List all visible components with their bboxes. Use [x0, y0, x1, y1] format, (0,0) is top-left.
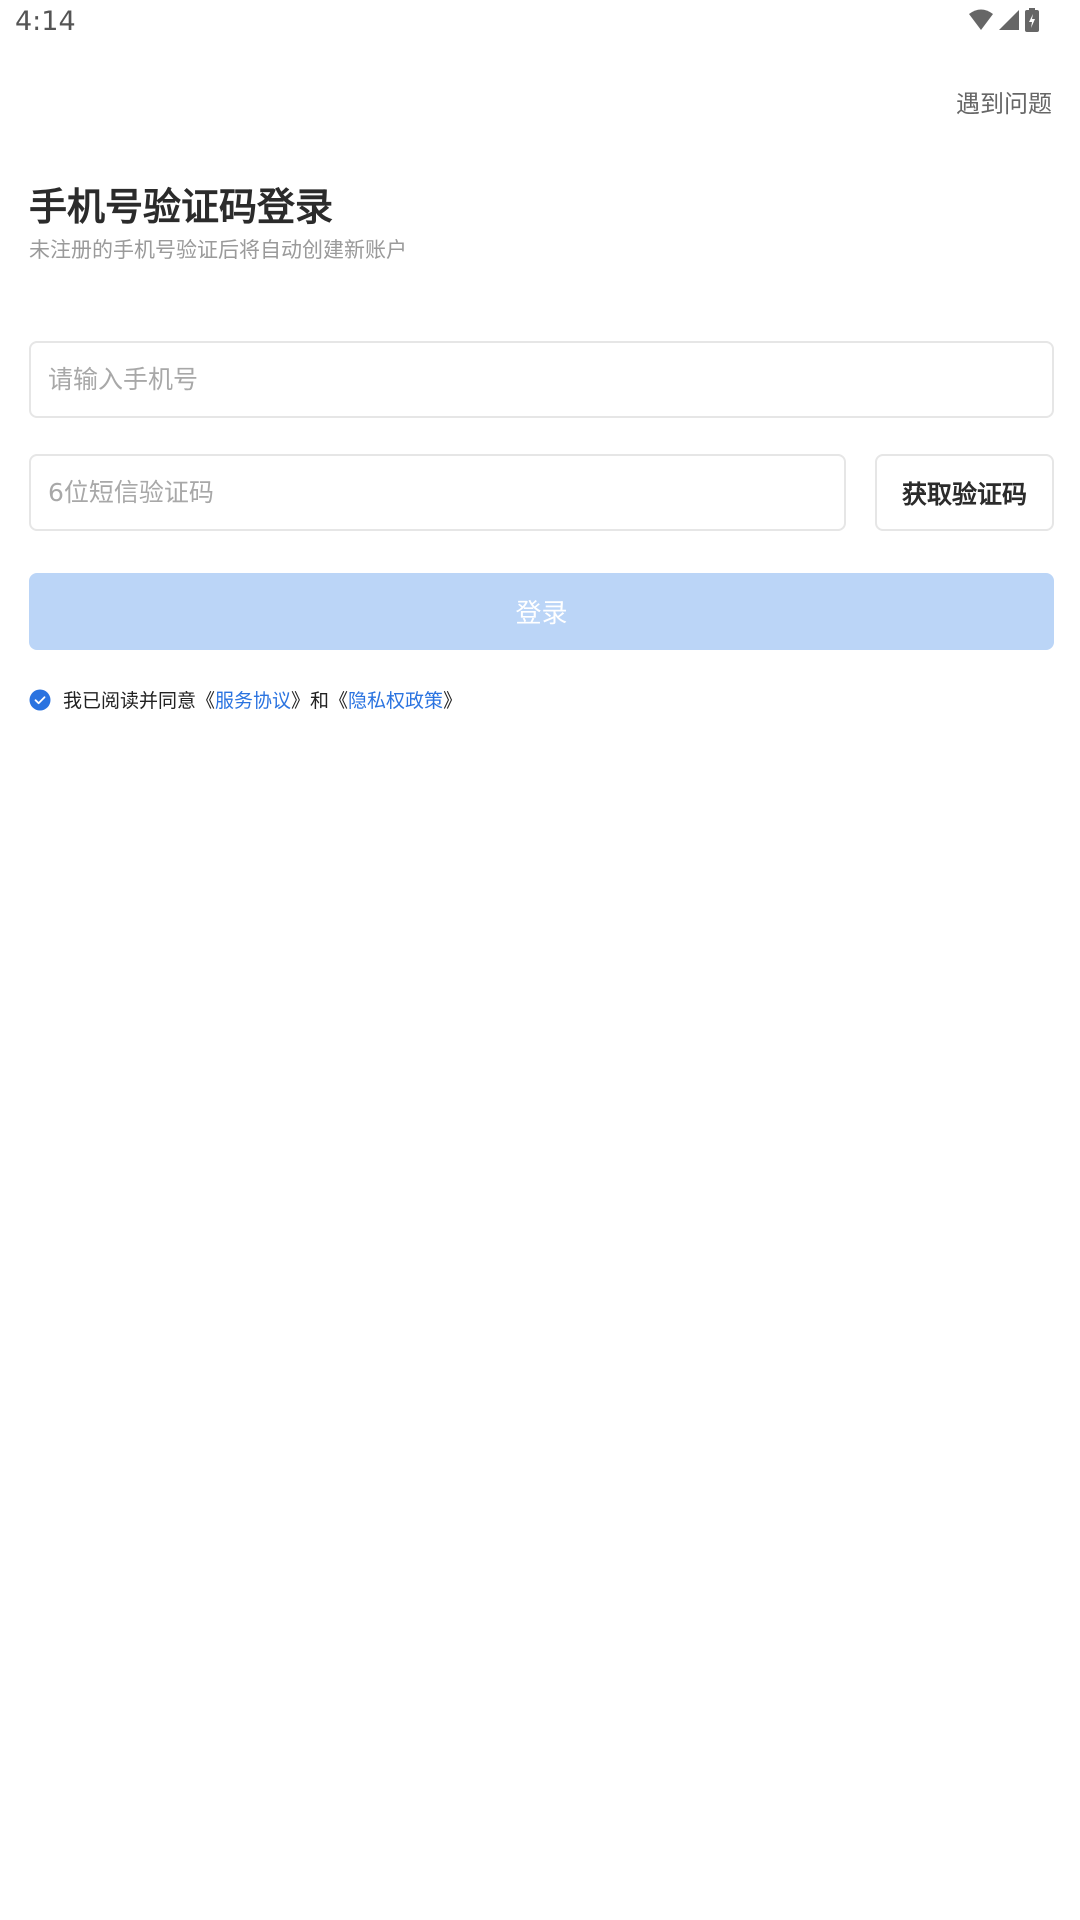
sms-code-input[interactable] — [48, 456, 844, 529]
privacy-policy-link[interactable]: 隐私权政策 — [348, 686, 443, 713]
code-field[interactable] — [29, 454, 846, 531]
get-code-button[interactable]: 获取验证码 — [875, 454, 1054, 531]
agreement-text-middle: 》和《 — [291, 690, 349, 712]
status-time: 4:14 — [15, 6, 76, 37]
service-agreement-link[interactable]: 服务协议 — [215, 686, 291, 713]
agreement-text-suffix: 》 — [443, 690, 463, 712]
wifi-icon — [968, 9, 994, 31]
page-title: 手机号验证码登录 — [29, 185, 334, 229]
agreement-checkbox[interactable] — [29, 689, 63, 711]
status-icons — [968, 8, 1040, 32]
check-circle-icon[interactable] — [29, 689, 51, 711]
login-button[interactable]: 登录 — [29, 573, 1054, 650]
phone-input[interactable] — [48, 343, 1052, 416]
status-bar: 4:14 — [0, 0, 1080, 44]
phone-field[interactable] — [29, 341, 1054, 418]
agreement-text-prefix: 我已阅读并同意《 — [63, 690, 216, 712]
help-link[interactable]: 遇到问题 — [956, 84, 1052, 119]
signal-icon — [998, 9, 1020, 31]
battery-charging-icon — [1024, 8, 1040, 32]
agreement-row: 我已阅读并同意《 服务协议 》和《 隐私权政策 》 — [29, 686, 462, 713]
page-subtitle: 未注册的手机号验证后将自动创建新账户 — [29, 238, 407, 262]
